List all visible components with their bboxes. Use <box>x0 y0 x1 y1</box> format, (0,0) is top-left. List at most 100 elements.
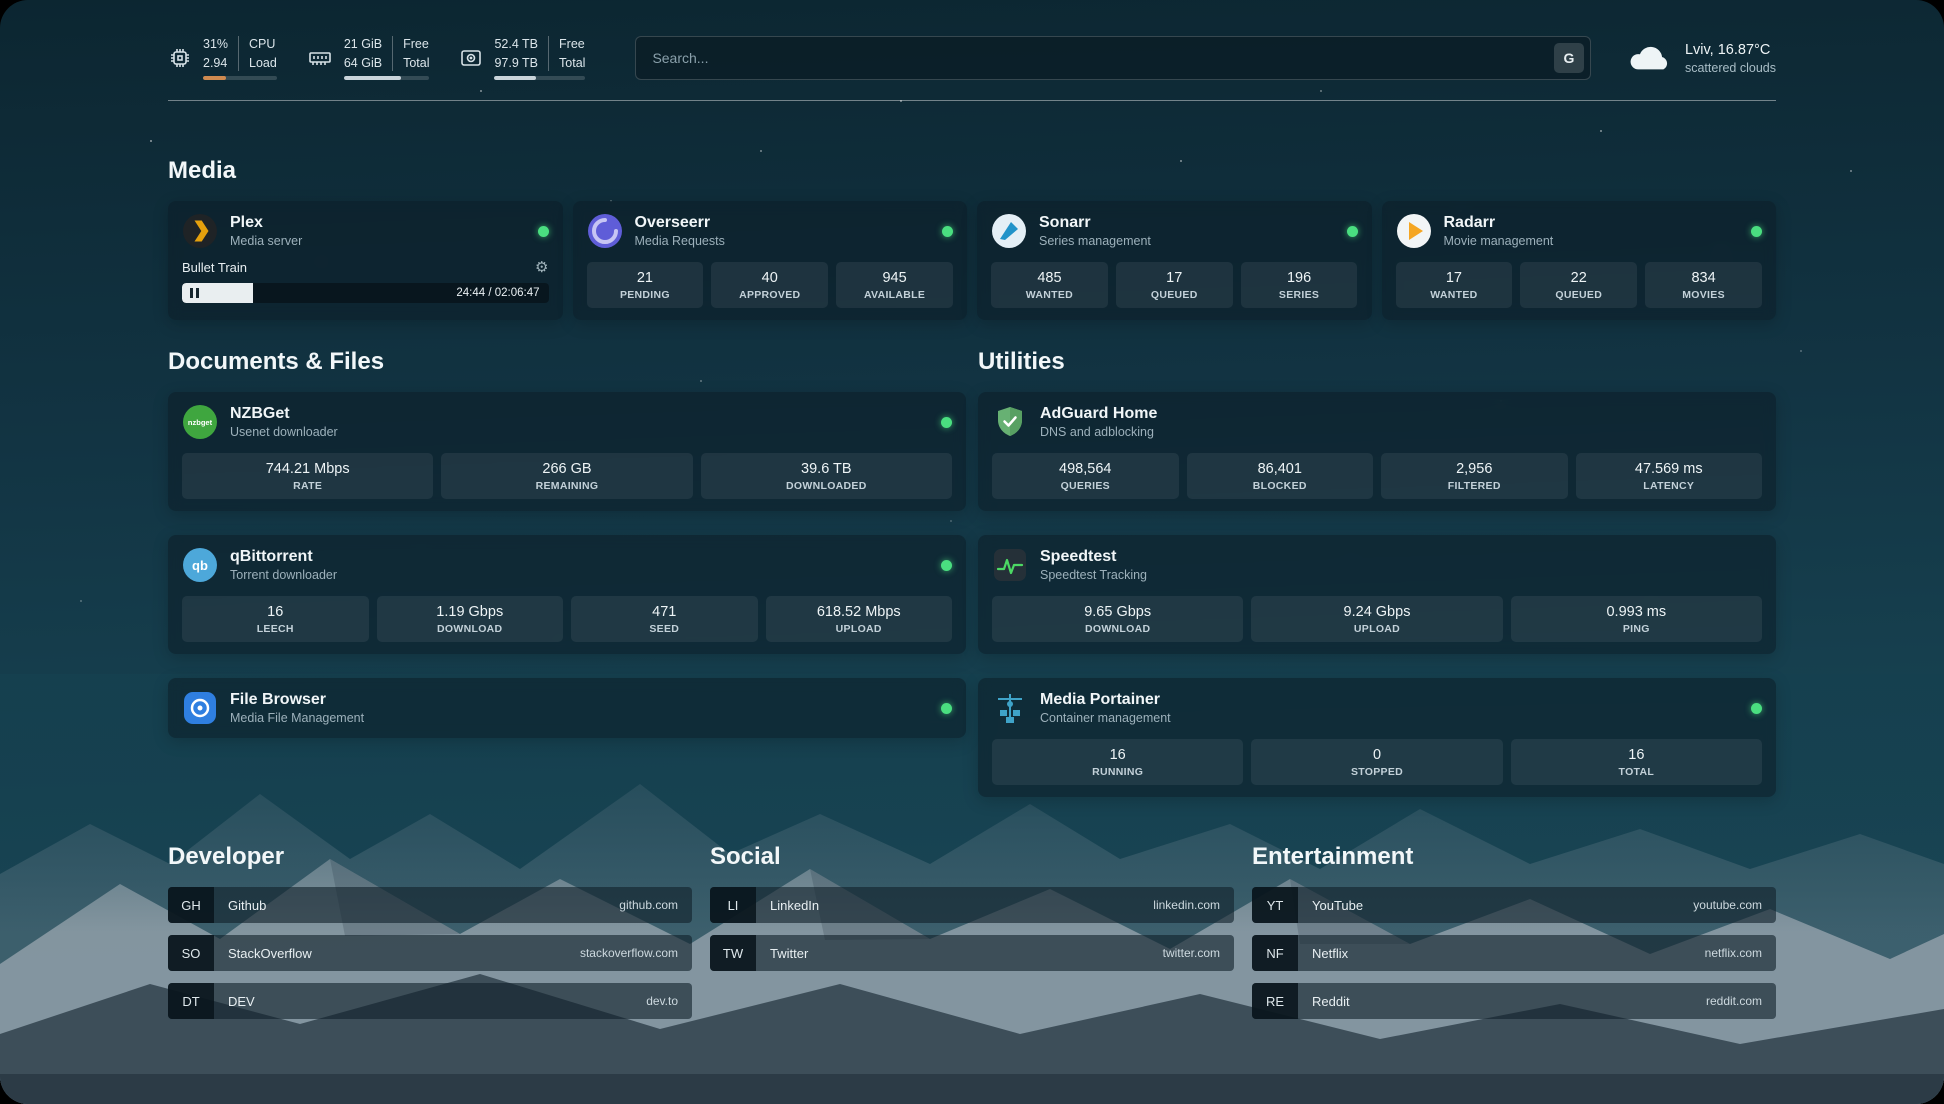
cpu-label: CPU <box>249 36 277 52</box>
cpu-percent: 31% <box>203 36 228 52</box>
gear-icon[interactable]: ⚙ <box>535 260 548 275</box>
stat-tile: 47.569 ms LATENCY <box>1576 453 1763 499</box>
stat-label: APPROVED <box>715 289 824 301</box>
filebrowser-card[interactable]: File Browser Media File Management <box>168 678 966 738</box>
bookmark-row[interactable]: YT YouTube youtube.com <box>1252 887 1776 923</box>
service-subtitle: Usenet downloader <box>230 425 338 439</box>
bookmark-url: twitter.com <box>1163 946 1220 960</box>
social-bookmarks: Social LI LinkedIn linkedin.com TW Twitt… <box>710 843 1234 1019</box>
bookmark-name: Github <box>228 898 266 913</box>
cpu-labels: CPU Load <box>238 36 277 71</box>
stat-label: WANTED <box>1400 289 1509 301</box>
bookmark-row[interactable]: NF Netflix netflix.com <box>1252 935 1776 971</box>
stat-tile: 9.24 Gbps UPLOAD <box>1251 596 1502 642</box>
bookmark-abbr: RE <box>1252 983 1298 1019</box>
service-subtitle: DNS and adblocking <box>1040 425 1157 439</box>
stat-value: 1.19 Gbps <box>381 604 560 620</box>
ram-free-label: Free <box>403 36 429 52</box>
entertainment-bookmarks: Entertainment YT YouTube youtube.com NF … <box>1252 843 1776 1019</box>
stat-label: UPLOAD <box>770 623 949 635</box>
adguard-card[interactable]: AdGuard Home DNS and adblocking 498,564 … <box>978 392 1776 511</box>
stat-value: 485 <box>995 270 1104 286</box>
status-online-dot <box>1751 226 1762 237</box>
stat-label: SEED <box>575 623 754 635</box>
stat-value: 17 <box>1400 270 1509 286</box>
radarr-card[interactable]: Radarr Movie management 17 WANTED 22 QUE… <box>1382 201 1777 320</box>
search-bar: G <box>635 36 1591 80</box>
ram-values: 21 GiB 64 GiB <box>344 36 382 71</box>
stat-tile: 21 PENDING <box>587 262 704 308</box>
bookmark-abbr: TW <box>710 935 756 971</box>
stat-tile: 16 LEECH <box>182 596 369 642</box>
bookmark-name: DEV <box>228 994 255 1009</box>
overseerr-icon <box>587 213 623 249</box>
sonarr-card[interactable]: Sonarr Series management 485 WANTED 17 Q… <box>977 201 1372 320</box>
search-input[interactable] <box>650 49 1554 67</box>
bookmark-row[interactable]: DT DEV dev.to <box>168 983 692 1019</box>
dashboard-screen: 31% 2.94 CPU Load <box>0 0 1944 1104</box>
stat-value: 9.24 Gbps <box>1255 604 1498 620</box>
bookmark-abbr: GH <box>168 887 214 923</box>
weather-widget[interactable]: Lviv, 16.87°C scattered clouds <box>1627 40 1776 77</box>
stat-label: MOVIES <box>1649 289 1758 301</box>
bookmark-row[interactable]: SO StackOverflow stackoverflow.com <box>168 935 692 971</box>
bookmark-name: Twitter <box>770 946 808 961</box>
service-name: Radarr <box>1444 214 1554 232</box>
stat-label: QUERIES <box>996 480 1175 492</box>
media-section-title: Media <box>168 157 1776 185</box>
stat-value: 945 <box>840 270 949 286</box>
plex-progress-bar[interactable]: 24:44 / 02:06:47 <box>182 283 549 303</box>
stat-label: WANTED <box>995 289 1104 301</box>
cpu-widget: 31% 2.94 CPU Load <box>168 36 277 80</box>
stat-tile: 16 RUNNING <box>992 739 1243 785</box>
stat-tile: 266 GB REMAINING <box>441 453 692 499</box>
service-subtitle: Media Requests <box>635 234 725 248</box>
disk-total-value: 97.9 TB <box>494 55 538 71</box>
stat-value: 618.52 Mbps <box>770 604 949 620</box>
stat-tile: 9.65 Gbps DOWNLOAD <box>992 596 1243 642</box>
cpu-load-value: 2.94 <box>203 55 228 71</box>
bookmark-url: stackoverflow.com <box>580 946 678 960</box>
entertainment-section-title: Entertainment <box>1252 843 1776 871</box>
stat-tile: 86,401 BLOCKED <box>1187 453 1374 499</box>
portainer-card[interactable]: Media Portainer Container management 16 … <box>978 678 1776 797</box>
topbar-divider <box>168 100 1776 101</box>
ram-total-value: 64 GiB <box>344 55 382 71</box>
plex-card[interactable]: Plex Media server Bullet Train ⚙ 24:44 /… <box>168 201 563 320</box>
stat-tile: 498,564 QUERIES <box>992 453 1179 499</box>
bookmark-abbr: LI <box>710 887 756 923</box>
speedtest-icon <box>992 547 1028 583</box>
status-online-dot <box>1347 226 1358 237</box>
nzbget-card[interactable]: nzbget NZBGet Usenet downloader 744.21 M… <box>168 392 966 511</box>
service-subtitle: Container management <box>1040 711 1171 725</box>
ram-free-value: 21 GiB <box>344 36 382 52</box>
stat-tile: 618.52 Mbps UPLOAD <box>766 596 953 642</box>
bookmark-row[interactable]: GH Github github.com <box>168 887 692 923</box>
overseerr-card[interactable]: Overseerr Media Requests 21 PENDING 40 A… <box>573 201 968 320</box>
pause-icon[interactable] <box>190 288 199 298</box>
bookmark-row[interactable]: TW Twitter twitter.com <box>710 935 1234 971</box>
bookmark-url: dev.to <box>646 994 678 1008</box>
disk-values: 52.4 TB 97.9 TB <box>494 36 538 71</box>
stat-value: 0 <box>1255 747 1498 763</box>
service-subtitle: Media server <box>230 234 302 248</box>
search-engine-button[interactable]: G <box>1554 43 1584 73</box>
stat-value: 9.65 Gbps <box>996 604 1239 620</box>
qbittorrent-card[interactable]: qb qBittorrent Torrent downloader 16 LEE… <box>168 535 966 654</box>
cpu-values: 31% 2.94 <box>203 36 228 71</box>
status-online-dot <box>942 226 953 237</box>
stat-label: DOWNLOAD <box>996 623 1239 635</box>
service-name: File Browser <box>230 691 364 709</box>
bookmark-row[interactable]: RE Reddit reddit.com <box>1252 983 1776 1019</box>
ram-total-label: Total <box>403 55 429 71</box>
service-name: Overseerr <box>635 214 725 232</box>
cpu-usage-bar <box>203 76 277 80</box>
stat-value: 17 <box>1120 270 1229 286</box>
speedtest-card[interactable]: Speedtest Speedtest Tracking 9.65 Gbps D… <box>978 535 1776 654</box>
stat-tile: 22 QUEUED <box>1520 262 1637 308</box>
stat-label: REMAINING <box>445 480 688 492</box>
stat-value: 196 <box>1245 270 1354 286</box>
status-online-dot <box>1751 703 1762 714</box>
bookmark-url: github.com <box>619 898 678 912</box>
bookmark-row[interactable]: LI LinkedIn linkedin.com <box>710 887 1234 923</box>
